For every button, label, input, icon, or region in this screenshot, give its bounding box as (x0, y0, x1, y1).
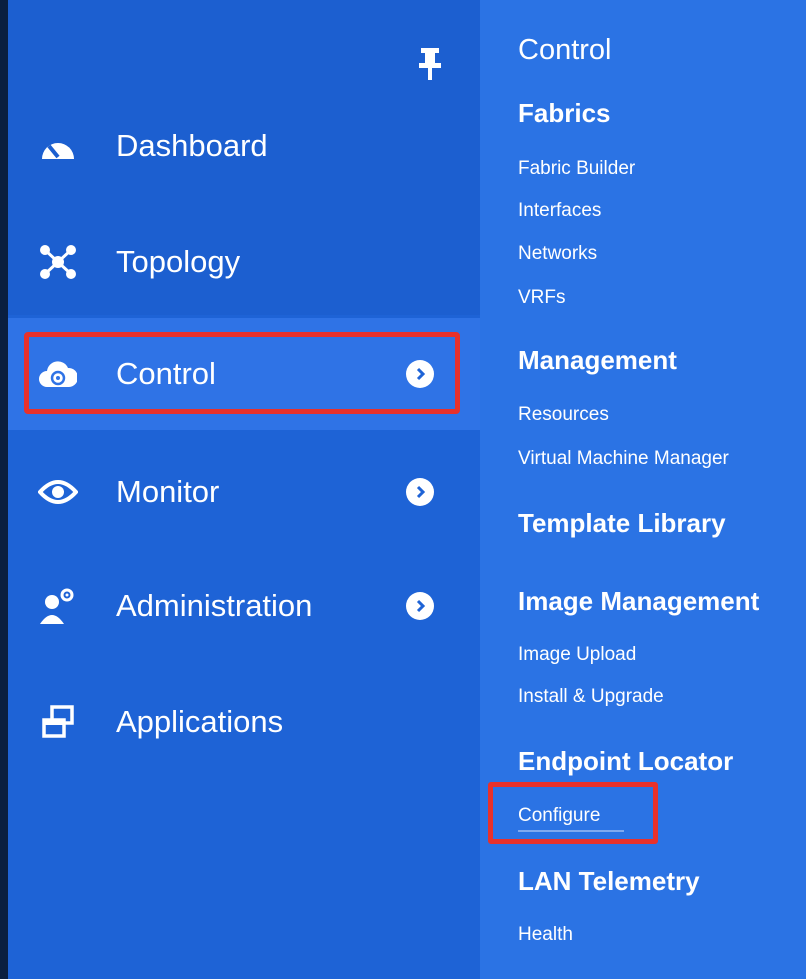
sidebar-item-applications[interactable]: Applications (8, 666, 480, 778)
sidebar-item-label: Administration (116, 588, 313, 623)
sidebar-item-administration[interactable]: Administration (8, 550, 480, 662)
link-networks[interactable]: Networks (518, 243, 597, 265)
annotation-highlight-box (24, 332, 460, 414)
link-virtual-machine-manager[interactable]: Virtual Machine Manager (518, 448, 729, 470)
sidebar-item-label: Dashboard (116, 128, 268, 163)
annotation-highlight-box (488, 782, 658, 844)
sidebar-item-label: Monitor (116, 474, 220, 509)
chevron-right-icon (406, 478, 434, 506)
sidebar-item-dashboard[interactable]: Dashboard (8, 90, 480, 202)
link-vrfs[interactable]: VRFs (518, 287, 566, 309)
dashboard-gauge-icon (38, 126, 78, 166)
section-heading-lan-telemetry: LAN Telemetry (518, 866, 700, 896)
control-submenu: Control Fabrics Fabric Builder Interface… (480, 0, 806, 979)
eye-icon (38, 472, 78, 512)
sidebar-item-topology[interactable]: Topology (8, 206, 480, 318)
sidebar: Dashboard Topology Control Monitor Admin… (8, 0, 480, 979)
sidebar-item-monitor[interactable]: Monitor (8, 436, 480, 548)
sidebar-item-label: Topology (116, 244, 241, 279)
link-fabric-builder[interactable]: Fabric Builder (518, 158, 635, 180)
section-heading-template-library[interactable]: Template Library (518, 508, 726, 539)
link-health[interactable]: Health (518, 924, 573, 946)
link-resources[interactable]: Resources (518, 404, 609, 426)
link-install-upgrade[interactable]: Install & Upgrade (518, 686, 664, 708)
admin-user-gear-icon (38, 586, 78, 626)
sidebar-item-label: Applications (116, 704, 284, 739)
section-heading-management: Management (518, 345, 677, 375)
applications-windows-icon (38, 702, 78, 742)
section-heading-fabrics: Fabrics (518, 98, 611, 128)
topology-icon (38, 242, 78, 282)
section-heading-endpoint-locator: Endpoint Locator (518, 746, 734, 776)
link-image-upload[interactable]: Image Upload (518, 644, 636, 666)
link-interfaces[interactable]: Interfaces (518, 200, 601, 222)
section-heading-image-management: Image Management (518, 586, 760, 616)
chevron-right-icon (406, 592, 434, 620)
pin-icon[interactable] (418, 46, 442, 80)
window-edge (0, 0, 8, 979)
submenu-title: Control (518, 34, 612, 66)
